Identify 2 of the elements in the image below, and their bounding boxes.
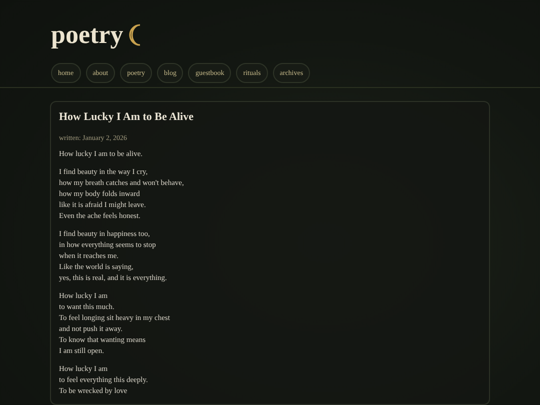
post-title: How Lucky I Am to Be Alive xyxy=(59,110,194,124)
site-title: poetry xyxy=(51,20,124,50)
